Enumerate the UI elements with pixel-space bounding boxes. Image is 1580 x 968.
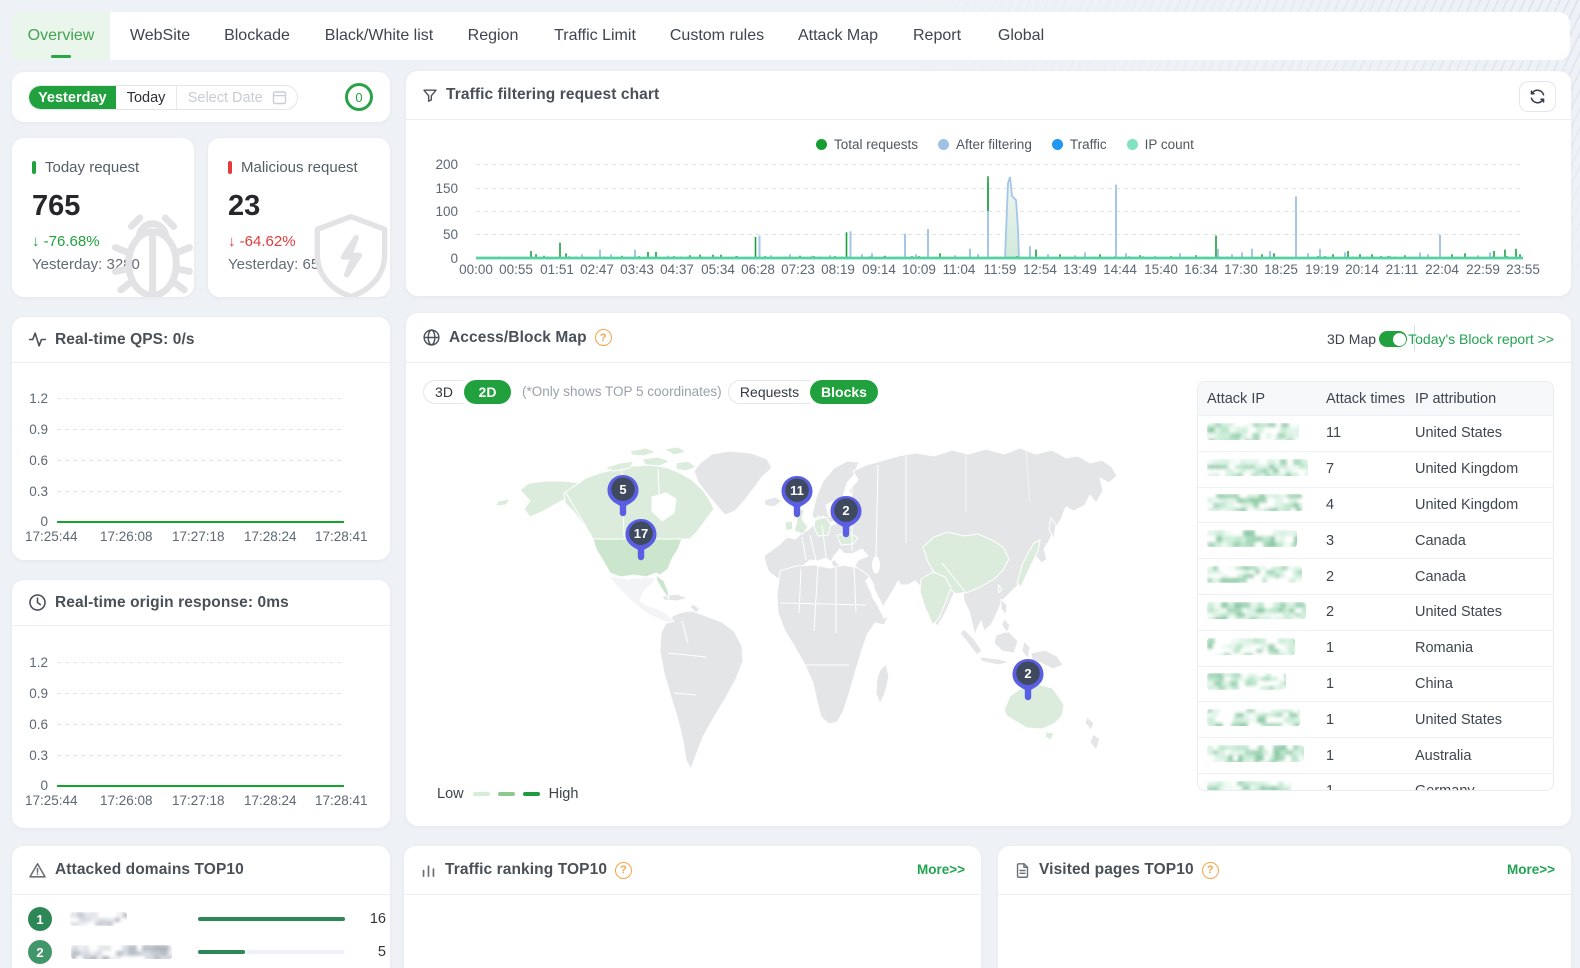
svg-text:17: 17: [634, 526, 648, 541]
svg-text:2: 2: [842, 503, 849, 518]
svg-text:5: 5: [619, 482, 626, 497]
svg-text:11: 11: [790, 483, 804, 498]
svg-text:2: 2: [1024, 666, 1031, 681]
